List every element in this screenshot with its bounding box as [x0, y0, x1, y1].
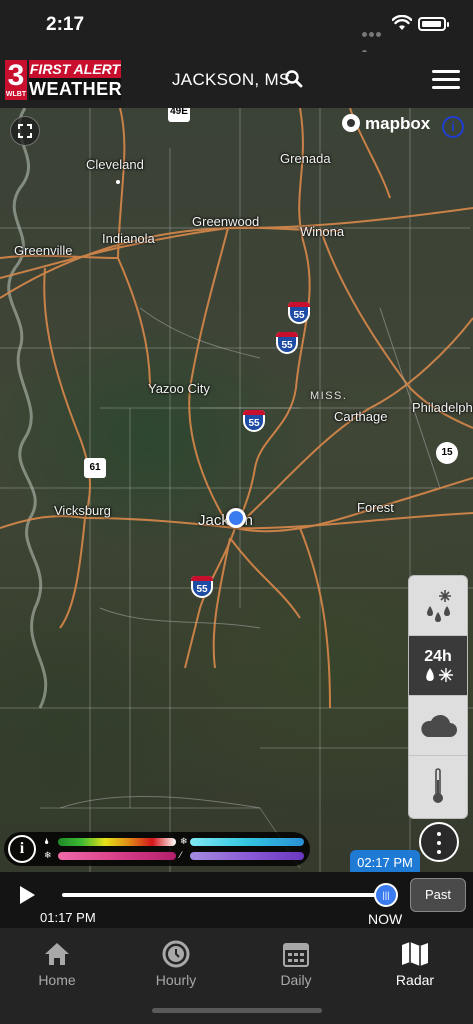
tab-label: Hourly [155, 972, 197, 988]
state-route-shield: 15 [436, 442, 458, 464]
status-time: 2:17 [46, 14, 85, 35]
layer-precip-type[interactable] [409, 576, 467, 636]
play-icon[interactable] [20, 886, 35, 904]
interstate-shield: 55 [191, 576, 213, 598]
city-label: Indianola [102, 231, 155, 246]
city-label: Carthage [334, 409, 388, 424]
tab-daily[interactable]: Daily [251, 936, 341, 1000]
mapbox-attribution: mapbox [342, 114, 430, 134]
city-label: Philadelphia [412, 400, 473, 415]
home-indicator [152, 1008, 322, 1013]
home-icon [12, 936, 102, 972]
city-label: Vicksburg [54, 503, 111, 518]
calendar-icon [251, 936, 341, 972]
city-label: Winona [300, 224, 345, 239]
state-label: MISS. [310, 390, 348, 402]
layer-24h-label: 24h [424, 647, 452, 665]
battery-icon [418, 17, 449, 31]
precip-snow-rain-icon [427, 589, 451, 622]
past-button[interactable]: Past [410, 878, 466, 912]
map-icon [370, 936, 460, 972]
cloud-icon [421, 714, 457, 737]
mix-scale-bar [58, 852, 176, 860]
current-location-marker[interactable] [226, 508, 246, 528]
city-label: Greenville [14, 243, 73, 258]
tab-hourly[interactable]: Hourly [131, 936, 221, 1000]
tab-label: Daily [280, 972, 312, 988]
layer-temperature[interactable] [409, 756, 467, 816]
city-label: Forest [357, 500, 394, 515]
snow-scale-bar [190, 838, 304, 846]
expand-map-icon[interactable] [10, 116, 40, 146]
rain-scale-bar [58, 838, 176, 846]
ice-scale-bar [190, 852, 304, 860]
drop-snow-icon [426, 667, 453, 682]
tab-home[interactable]: Home [12, 936, 102, 1000]
city-label: Grenada [280, 151, 331, 166]
location-label[interactable]: JACKSON, MS [172, 70, 291, 90]
search-icon[interactable] [284, 69, 304, 94]
rain-symbol-icon: 🌢 [44, 836, 50, 846]
logo-channel-number: 3 WLBT [5, 59, 27, 100]
us-route-shield: 61 [84, 458, 106, 478]
interstate-shield: 55 [276, 332, 298, 354]
legend-info-icon[interactable]: i [8, 835, 36, 863]
interstate-shield: 55 [243, 410, 265, 432]
thermometer-icon [433, 768, 443, 803]
mapbox-logo-icon [342, 114, 360, 132]
signal-icon [362, 24, 388, 55]
tab-label: Home [38, 972, 76, 988]
wifi-icon [391, 14, 413, 36]
station-logo[interactable]: 3 WLBT FIRST ALERT WEATHER [5, 59, 123, 100]
clock-icon [131, 936, 221, 972]
layer-24h-precip[interactable]: 24h [409, 636, 467, 696]
tab-bar: Home Hourly Daily Radar [0, 928, 473, 1024]
timeline-start-time: 01:17 PM [40, 910, 96, 925]
city-label: Yazoo City [148, 381, 210, 396]
route-shield: 49E [168, 108, 190, 122]
more-options-icon[interactable] [419, 822, 459, 862]
logo-weather: WEATHER [29, 78, 123, 100]
radar-timeline: ||| 01:17 PM NOW Past [0, 872, 473, 928]
ice-symbol-icon: ⁄ [180, 850, 182, 860]
layer-clouds[interactable] [409, 696, 467, 756]
mix-symbol-icon: ❄ [44, 850, 52, 860]
tab-label: Radar [395, 972, 435, 988]
precip-legend: i 🌢 ❄ ❄ ⁄ [4, 832, 310, 866]
city-label: Cleveland [86, 157, 144, 187]
tab-radar[interactable]: Radar [370, 936, 460, 1000]
radar-layer-panel: 24h [408, 575, 468, 819]
logo-first-alert: FIRST ALERT [29, 60, 121, 78]
radar-map[interactable]: mapbox i Cleveland Grenada Greenwood Win… [0, 108, 473, 928]
timeline-now-label: NOW [368, 911, 403, 927]
city-label: Greenwood [192, 214, 260, 229]
app-header: 3 WLBT FIRST ALERT WEATHER JACKSON, MS [0, 52, 473, 108]
snow-symbol-icon: ❄ [180, 836, 188, 846]
interstate-shield: 55 [288, 302, 310, 324]
timeline-scrubber-handle[interactable]: ||| [374, 883, 398, 907]
timeline-track[interactable] [62, 893, 384, 897]
hamburger-menu-icon[interactable] [432, 70, 460, 90]
map-attribution-info-icon[interactable]: i [442, 116, 464, 138]
status-bar: 2:17 [0, 0, 473, 55]
